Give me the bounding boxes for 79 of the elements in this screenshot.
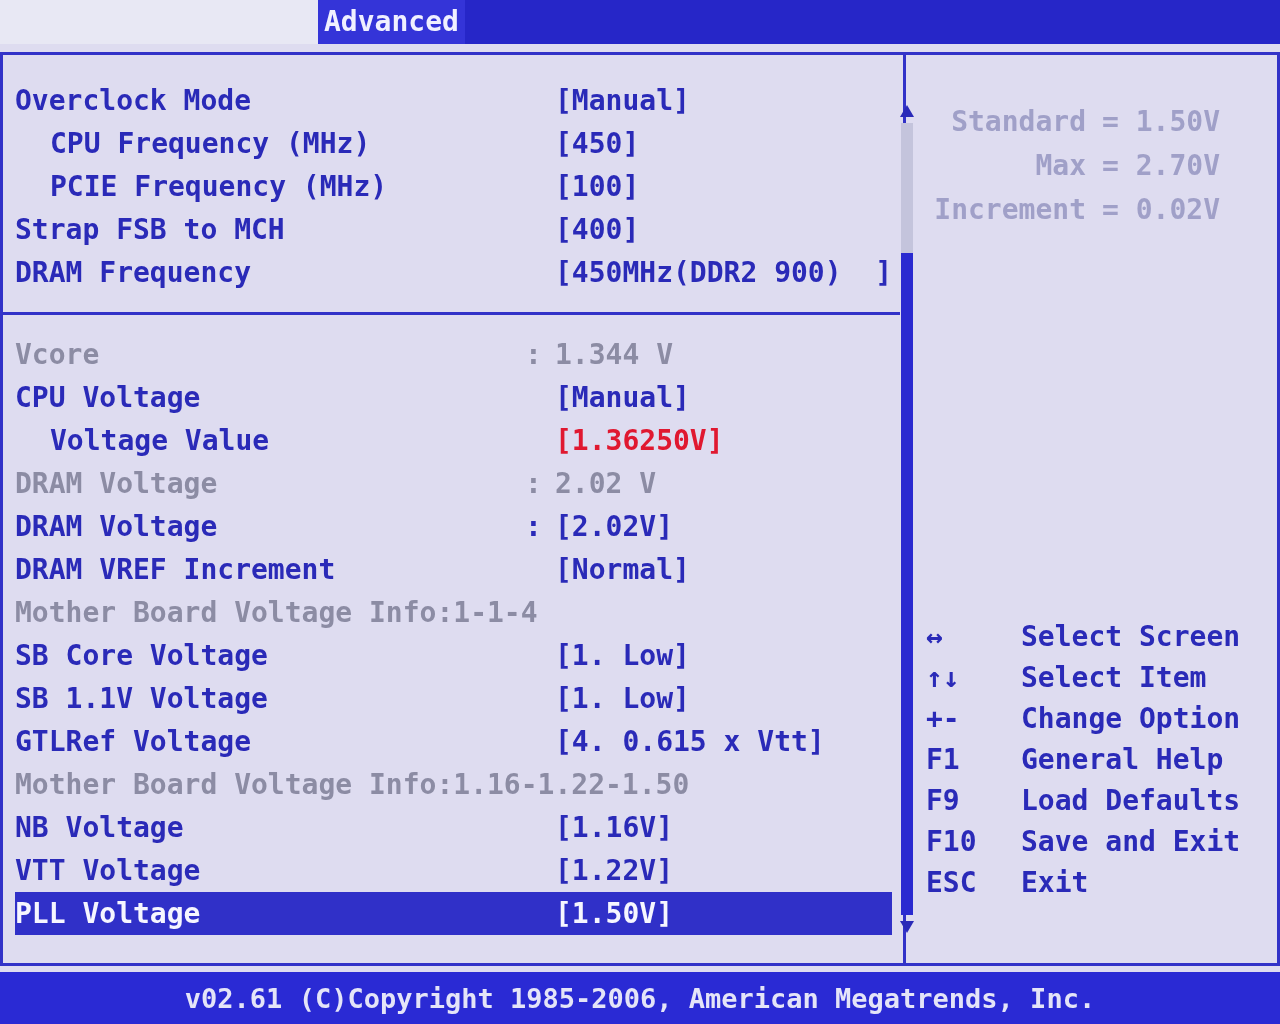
setting-value[interactable]: [400]	[555, 213, 640, 246]
reading-value: 1.344 V	[555, 338, 673, 371]
key-action: Exit	[1021, 866, 1089, 899]
scroll-down-arrow-icon[interactable]	[900, 921, 915, 933]
selected-row-highlight[interactable]: PCIE Frequency (MHz) [100]	[15, 165, 893, 208]
key-action: Select Screen	[1021, 620, 1241, 653]
setting-label[interactable]: Strap FSB to MCH	[15, 213, 525, 246]
setting-label[interactable]: SB Core Voltage	[15, 639, 525, 672]
setting-label[interactable]: GTLRef Voltage	[15, 725, 525, 758]
key-name: ↔	[926, 620, 944, 653]
key-name: ↑↓	[926, 661, 961, 694]
key-action: Load Defaults	[1021, 784, 1241, 817]
setting-label[interactable]: Overclock Mode	[15, 84, 525, 117]
setting-value[interactable]: [Normal]	[555, 553, 690, 586]
setting-value[interactable]: [1.50V]	[555, 897, 673, 930]
help-label: Max	[1034, 148, 1086, 182]
help-value: = 2.70V	[1102, 148, 1220, 182]
selected-row-highlight[interactable]: GTLRef Voltage [4. 0.615 x Vtt]	[15, 720, 893, 763]
setting-value[interactable]: [1. Low]	[555, 639, 690, 672]
help-label: Standard	[950, 104, 1086, 138]
key-name: +-	[926, 702, 961, 735]
selected-row-highlight[interactable]: DRAM VREF Increment [Normal]	[15, 548, 893, 591]
setting-label[interactable]: DRAM Voltage	[15, 510, 525, 543]
help-label: Increment	[933, 192, 1086, 226]
selected-row-highlight[interactable]: DRAM Voltage : [2.02V]	[15, 505, 893, 548]
selected-row-highlight[interactable]: CPU Voltage [Manual]	[15, 376, 893, 419]
setting-label[interactable]: CPU Frequency (MHz)	[15, 127, 525, 160]
setting-label[interactable]: DRAM VREF Increment	[15, 553, 525, 586]
setting-label[interactable]: VTT Voltage	[15, 854, 525, 887]
help-value: = 1.50V	[1102, 104, 1220, 138]
key-name: F9	[926, 784, 961, 817]
setting-label[interactable]: Voltage Value	[15, 424, 525, 457]
selected-row-highlight[interactable]: Strap FSB to MCH [400]	[15, 208, 893, 251]
scroll-up-arrow-icon[interactable]	[900, 105, 915, 117]
help-value: = 0.02V	[1102, 192, 1220, 226]
key-action: Select Item	[1021, 661, 1207, 694]
key-action: General Help	[1021, 743, 1224, 776]
menu-tab[interactable]: Advanced	[318, 0, 465, 44]
selected-row-highlight[interactable]: VTT Voltage [1.22V]	[15, 849, 893, 892]
selected-row-highlight[interactable]: SB 1.1V Voltage [1. Low]	[15, 677, 893, 720]
scrollbar[interactable]	[901, 123, 914, 915]
setting-value[interactable]: [450]	[555, 127, 640, 160]
selected-row-highlight[interactable]: PLL Voltage [1.50V]	[15, 892, 893, 935]
selected-row-highlight[interactable]: Voltage Value [1.36250V]	[15, 419, 893, 462]
setting-value[interactable]: [2.02V]	[555, 510, 673, 543]
reading-value: 2.02 V	[555, 467, 657, 500]
setting-value[interactable]: [450MHz(DDR2 900) ]	[555, 256, 893, 289]
setting-value[interactable]: [100]	[555, 170, 640, 203]
key-action: Change Option	[1021, 702, 1241, 735]
setting-label[interactable]: SB 1.1V Voltage	[15, 682, 525, 715]
setting-value[interactable]: [1.36250V]	[555, 424, 724, 457]
selected-row-highlight[interactable]: CPU Frequency (MHz) [450]	[15, 122, 893, 165]
section-heading: Mother Board Voltage Info:1-1-4	[15, 596, 538, 629]
setting-value[interactable]: [Manual]	[555, 381, 690, 414]
key-name: F1	[926, 743, 961, 776]
key-name: F10	[926, 825, 978, 858]
separator: :	[525, 467, 543, 500]
reading-label: Vcore	[15, 338, 101, 371]
setting-value[interactable]: [1. Low]	[555, 682, 690, 715]
selected-row-highlight[interactable]: DRAM Frequency [450MHz(DDR2 900) ]	[15, 251, 893, 294]
setting-label[interactable]: CPU Voltage	[15, 381, 525, 414]
key-name: ESC	[926, 866, 978, 899]
setting-value[interactable]: [Manual]	[555, 84, 690, 117]
selected-row-highlight[interactable]: Overclock Mode [Manual]	[15, 79, 893, 122]
setting-label[interactable]: PLL Voltage	[15, 897, 525, 930]
section-heading: Mother Board Voltage Info:1.16-1.22-1.50	[15, 768, 690, 801]
setting-label[interactable]: DRAM Frequency	[15, 256, 525, 289]
setting-value[interactable]: [1.22V]	[555, 854, 673, 887]
selected-row-highlight[interactable]: NB Voltage [1.16V]	[15, 806, 893, 849]
setting-label[interactable]: PCIE Frequency (MHz)	[15, 170, 525, 203]
setting-value[interactable]: [1.16V]	[555, 811, 673, 844]
setting-value[interactable]: [4. 0.615 x Vtt]	[555, 725, 825, 758]
status-bar: v02.61 (C)Copyright 1985-2006, American Megatrends, Inc.	[0, 972, 1280, 1024]
separator: :	[525, 510, 543, 543]
separator: :	[525, 338, 543, 371]
selected-row-highlight[interactable]: SB Core Voltage [1. Low]	[15, 634, 893, 677]
setting-label[interactable]: NB Voltage	[15, 811, 525, 844]
key-action: Save and Exit	[1021, 825, 1241, 858]
reading-label: DRAM Voltage	[15, 467, 219, 500]
